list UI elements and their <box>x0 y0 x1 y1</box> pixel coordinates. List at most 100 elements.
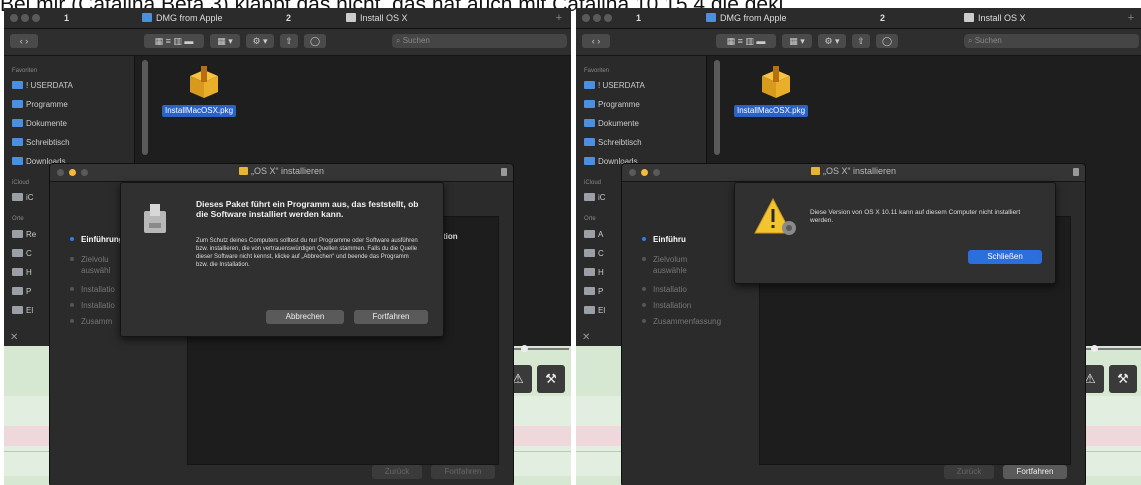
close-dot[interactable] <box>582 14 590 22</box>
folder-icon <box>12 81 23 89</box>
search-icon: ⌕ <box>968 36 975 45</box>
action-button[interactable]: ⚙ ▾ <box>246 34 274 48</box>
tab-install-os-x[interactable]: 2 Install OS X <box>282 10 462 26</box>
group-button[interactable]: ▦ ▾ <box>782 34 812 48</box>
tags-button[interactable]: ◯ <box>304 34 326 48</box>
search-input[interactable]: ⌕ Suchen <box>964 34 1139 48</box>
sidebar-item-place-2[interactable]: C <box>12 248 32 260</box>
folder-icon <box>12 119 23 127</box>
sidebar-item-schreibtisch[interactable]: Schreibtisch <box>584 137 642 149</box>
sidebar-item-dokumente[interactable]: Dokumente <box>584 118 639 130</box>
sidebar-item-place-1[interactable]: A <box>584 229 603 241</box>
dialog-title: Dieses Paket führt ein Programm aus, das… <box>196 199 419 219</box>
step-installation: Installation <box>642 301 691 310</box>
tab-dmg-from-apple[interactable]: 1 DMG from Apple <box>632 10 852 26</box>
step-summary: Zusammenfassung <box>642 317 721 326</box>
file-name-label[interactable]: InstallMacOSX.pkg <box>162 105 237 117</box>
new-tab-button[interactable]: + <box>553 10 565 26</box>
group-button[interactable]: ▦ ▾ <box>210 34 240 48</box>
hammer-tool-icon[interactable]: ⚒ <box>1109 365 1137 393</box>
cancel-button[interactable]: Abbrechen <box>266 310 344 324</box>
search-input[interactable]: ⌕ Suchen <box>392 34 567 48</box>
sidebar-item-programme[interactable]: Programme <box>584 99 640 111</box>
installer-title: „OS X“ installieren <box>822 166 897 176</box>
disk-image-icon <box>346 13 356 22</box>
file-name-label[interactable]: InstallMacOSX.pkg <box>734 105 809 117</box>
applications-icon <box>584 100 595 108</box>
package-icon[interactable] <box>758 64 794 100</box>
zoom-dot[interactable] <box>604 14 612 22</box>
sidebar-item-place-5[interactable]: El <box>584 305 605 317</box>
hammer-tool-icon[interactable]: ⚒ <box>537 365 565 393</box>
back-button[interactable]: Zurück <box>944 465 994 479</box>
zoom-dot[interactable] <box>32 14 40 22</box>
back-forward-buttons[interactable]: ‹ › <box>582 34 610 48</box>
slider-knob[interactable] <box>1091 345 1098 352</box>
close-icon[interactable]: ✕ <box>10 332 18 343</box>
sidebar-item-icloud[interactable]: iC <box>584 192 606 204</box>
sidebar-item-place-2[interactable]: C <box>584 248 604 260</box>
disk-image-icon <box>964 13 974 22</box>
right-screenshot: 1 DMG from Apple 2 Install OS X + ‹ › ▦ … <box>576 8 1141 485</box>
sidebar-item-programme[interactable]: Programme <box>12 99 68 111</box>
slider-track[interactable] <box>509 348 569 350</box>
scrollbar[interactable] <box>714 60 720 155</box>
sidebar-item-place-3[interactable]: H <box>12 267 32 279</box>
sidebar-item-place-3[interactable]: H <box>584 267 604 279</box>
toolbar: ‹ › ▦ ≡ ▥ ▬ ▦ ▾ ⚙ ▾ ⇧ ◯ ⌕ Suchen <box>576 29 1141 56</box>
new-tab-button[interactable]: + <box>1125 10 1137 26</box>
disk-icon <box>12 287 23 295</box>
continue-dialog-button[interactable]: Fortfahren <box>354 310 428 324</box>
disk-icon <box>12 306 23 314</box>
continue-button[interactable]: Fortfahren <box>431 465 495 479</box>
folder-icon <box>706 13 716 22</box>
sidebar-item-userdata[interactable]: ! USERDATA <box>584 80 645 92</box>
slider-knob[interactable] <box>521 345 528 352</box>
step-destination: Zielvolum <box>642 255 687 264</box>
tab-install-os-x[interactable]: 2 Install OS X <box>876 10 1056 26</box>
sidebar-item-userdata[interactable]: ! USERDATA <box>12 80 73 92</box>
left-screenshot: 1 DMG from Apple 2 Install OS X + ‹ › ▦ … <box>4 8 571 485</box>
back-button[interactable]: Zurück <box>372 465 422 479</box>
minimize-dot[interactable] <box>593 14 601 22</box>
icloud-drive-icon <box>584 193 595 201</box>
back-forward-buttons[interactable]: ‹ › <box>10 34 38 48</box>
continue-button[interactable]: Fortfahren <box>1003 465 1067 479</box>
installer-window: „OS X“ installieren Einführung Zielvolu … <box>49 163 514 485</box>
step-introduction: Einführu <box>642 235 686 244</box>
package-icon <box>810 167 820 175</box>
lock-icon[interactable] <box>1073 168 1079 176</box>
lock-icon[interactable] <box>501 168 507 176</box>
close-dialog-button[interactable]: Schließen <box>968 250 1042 264</box>
view-mode-buttons[interactable]: ▦ ≡ ▥ ▬ <box>716 34 776 48</box>
sidebar-item-place-4[interactable]: P <box>584 286 603 298</box>
sidebar-item-schreibtisch[interactable]: Schreibtisch <box>12 137 70 149</box>
share-button[interactable]: ⇧ <box>852 34 870 48</box>
action-button[interactable]: ⚙ ▾ <box>818 34 846 48</box>
step-installation-type: Installatio <box>642 285 687 294</box>
dialog-message: Diese Version von OS X 10.11 kann auf di… <box>810 209 1021 224</box>
search-icon: ⌕ <box>396 36 403 45</box>
sidebar-item-icloud[interactable]: iC <box>12 192 34 204</box>
package-icon[interactable] <box>186 64 222 100</box>
step-installation: Installatio <box>70 301 115 310</box>
close-dot[interactable] <box>10 14 18 22</box>
minimize-dot[interactable] <box>21 14 29 22</box>
scrollbar[interactable] <box>142 60 148 155</box>
installer-titlebar: „OS X“ installieren <box>50 164 513 182</box>
share-button[interactable]: ⇧ <box>280 34 298 48</box>
installer-titlebar: „OS X“ installieren <box>622 164 1085 182</box>
tags-button[interactable]: ◯ <box>876 34 898 48</box>
slider-track[interactable] <box>1081 348 1141 350</box>
folder-icon <box>584 119 595 127</box>
tab-bar: 1 DMG from Apple 2 Install OS X + <box>4 8 571 29</box>
view-mode-buttons[interactable]: ▦ ≡ ▥ ▬ <box>144 34 204 48</box>
sidebar-item-place-4[interactable]: P <box>12 286 31 298</box>
step-introduction: Einführung <box>70 235 124 244</box>
close-icon[interactable]: ✕ <box>582 332 590 343</box>
tab-dmg-from-apple[interactable]: 1 DMG from Apple <box>60 10 280 26</box>
sidebar-item-place-1[interactable]: Re <box>12 229 36 241</box>
sidebar-item-dokumente[interactable]: Dokumente <box>12 118 67 130</box>
sidebar-item-place-5[interactable]: El <box>12 305 33 317</box>
disk-icon <box>584 287 595 295</box>
